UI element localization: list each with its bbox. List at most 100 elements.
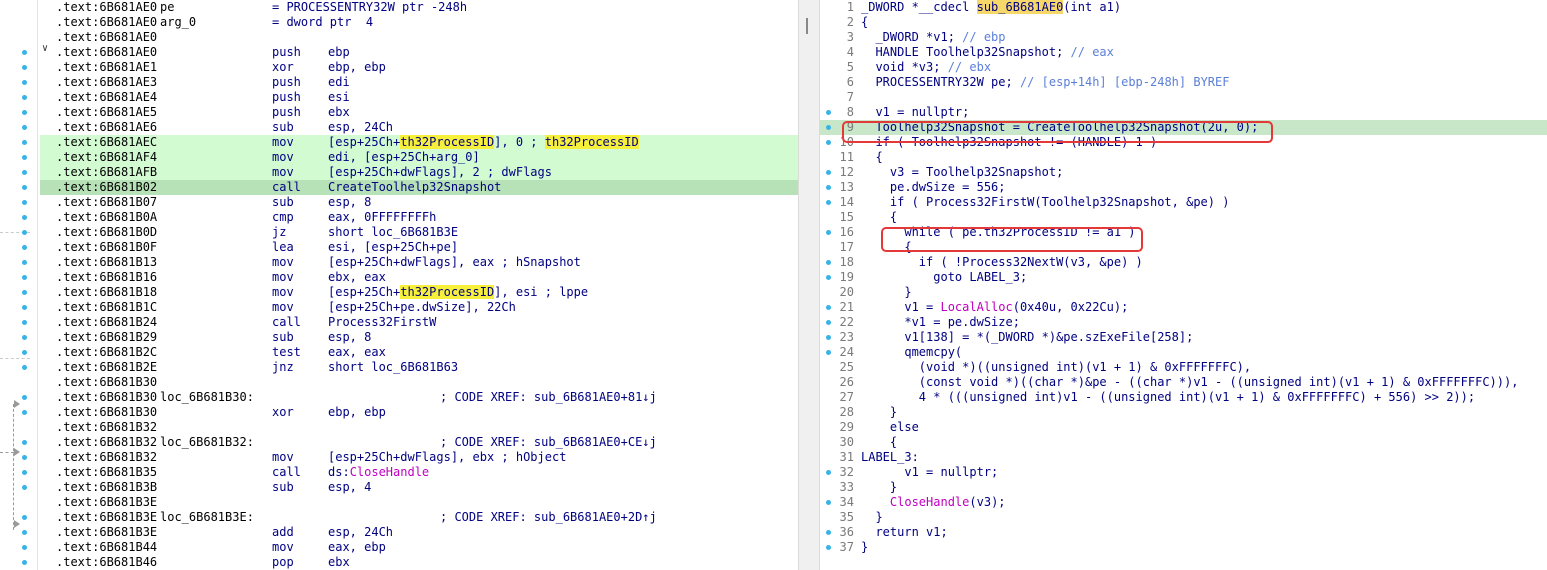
asm-line[interactable]: .text:6B681B24 call Process32FirstW xyxy=(40,315,798,330)
pseudocode-line[interactable]: 1 _DWORD *__cdecl sub_6B681AE0(int a1) xyxy=(820,0,1547,15)
pseudocode-line[interactable]: 7 xyxy=(820,90,1547,105)
asm-line[interactable]: .text:6B681B2C test eax, eax xyxy=(40,345,798,360)
breakpoint-dot-icon[interactable] xyxy=(22,110,27,115)
asm-line[interactable]: .text:6B681AE0 pe = PROCESSENTRY32W ptr -2… xyxy=(40,0,798,15)
breakpoint-dot-icon[interactable] xyxy=(22,440,27,445)
asm-line[interactable]: .text:6B681AE0 xyxy=(40,30,798,45)
asm-line[interactable]: .text:6B681B35 call ds:CloseHandle xyxy=(40,465,798,480)
asm-line[interactable]: .text:6B681B02 call CreateToolhelp32Snapsh… xyxy=(40,180,798,195)
pseudocode-line[interactable]: 37} xyxy=(820,540,1547,555)
pseudocode-line[interactable]: 14 if ( Process32FirstW(Toolhelp32Snapsh… xyxy=(820,195,1547,210)
asm-line[interactable]: .text:6B681AE3 push edi xyxy=(40,75,798,90)
pseudocode-line[interactable]: 11 { xyxy=(820,150,1547,165)
breakpoint-dot-icon[interactable] xyxy=(826,170,831,175)
pseudocode-line[interactable]: 24 qmemcpy( xyxy=(820,345,1547,360)
asm-line[interactable]: .text:6B681B07 sub esp, 8 xyxy=(40,195,798,210)
asm-line[interactable]: .text:6B681AE4 push esi xyxy=(40,90,798,105)
asm-line[interactable]: .text:6B681AE6 sub esp, 24Ch xyxy=(40,120,798,135)
breakpoint-dot-icon[interactable] xyxy=(22,410,27,415)
asm-line[interactable]: .text:6B681B32 mov [esp+25Ch+dwFlags], ebx… xyxy=(40,450,798,465)
breakpoint-dot-icon[interactable] xyxy=(22,515,27,520)
pseudocode-line[interactable]: 22 *v1 = pe.dwSize; xyxy=(820,315,1547,330)
asm-line[interactable]: .text:6B681B30 loc_6B681B30: ; CODE XREF: … xyxy=(40,390,798,405)
breakpoint-dot-icon[interactable] xyxy=(22,305,27,310)
disassembly-view[interactable]: ∨ .text:6B681AE0 pe = PROCESSENTRY32W ptr … xyxy=(0,0,798,570)
asm-line[interactable]: .text:6B681B3E loc_6B681B3E: ; CODE XREF: … xyxy=(40,510,798,525)
pseudocode-line[interactable]: 5 void *v3; // ebx xyxy=(820,60,1547,75)
asm-line[interactable]: .text:6B681B3B sub esp, 4 xyxy=(40,480,798,495)
breakpoint-dot-icon[interactable] xyxy=(22,365,27,370)
asm-line[interactable]: .text:6B681AEC mov [esp+25Ch+th32ProcessID… xyxy=(40,135,798,150)
asm-line[interactable]: .text:6B681B16 mov ebx, eax xyxy=(40,270,798,285)
pane-splitter[interactable] xyxy=(798,0,820,570)
asm-line[interactable]: .text:6B681AFB mov [esp+25Ch+dwFlags], 2 ;… xyxy=(40,165,798,180)
pseudocode-line[interactable]: 31 LABEL_3: xyxy=(820,450,1547,465)
asm-line[interactable]: .text:6B681B18 mov [esp+25Ch+th32ProcessID… xyxy=(40,285,798,300)
breakpoint-dot-icon[interactable] xyxy=(22,155,27,160)
pseudocode-line[interactable]: 3 _DWORD *v1; // ebp xyxy=(820,30,1547,45)
breakpoint-dot-icon[interactable] xyxy=(22,50,27,55)
pseudocode-line[interactable]: 12 v3 = Toolhelp32Snapshot; xyxy=(820,165,1547,180)
asm-line[interactable]: .text:6B681B30 xor ebp, ebp xyxy=(40,405,798,420)
breakpoint-dot-icon[interactable] xyxy=(826,125,831,130)
pseudocode-line[interactable]: 2{ xyxy=(820,15,1547,30)
asm-line[interactable]: .text:6B681AE0 arg_0 = dword ptr 4 xyxy=(40,15,798,30)
pseudocode-line[interactable]: 23 v1[138] = *(_DWORD *)&pe.szExeFile[25… xyxy=(820,330,1547,345)
asm-line[interactable]: .text:6B681B30 xyxy=(40,375,798,390)
breakpoint-dot-icon[interactable] xyxy=(22,275,27,280)
asm-line[interactable]: .text:6B681AE1 xor ebp, ebp xyxy=(40,60,798,75)
pseudocode-line[interactable]: 34 CloseHandle(v3); xyxy=(820,495,1547,510)
asm-line[interactable]: .text:6B681B3E add esp, 24Ch xyxy=(40,525,798,540)
pseudocode-line[interactable]: 15 { xyxy=(820,210,1547,225)
asm-line[interactable]: .text:6B681B0F lea esi, [esp+25Ch+pe] xyxy=(40,240,798,255)
breakpoint-dot-icon[interactable] xyxy=(22,80,27,85)
asm-line[interactable]: .text:6B681B46 pop ebx xyxy=(40,555,798,570)
asm-line[interactable]: .text:6B681AF4 mov edi, [esp+25Ch+arg_0] xyxy=(40,150,798,165)
splitter-grip-icon[interactable] xyxy=(806,18,808,34)
breakpoint-dot-icon[interactable] xyxy=(22,530,27,535)
breakpoint-dot-icon[interactable] xyxy=(826,305,831,310)
pseudocode-line[interactable]: 35 } xyxy=(820,510,1547,525)
asm-line[interactable]: .text:6B681B29 sub esp, 8 xyxy=(40,330,798,345)
breakpoint-dot-icon[interactable] xyxy=(826,350,831,355)
asm-line[interactable]: .text:6B681B0A cmp eax, 0FFFFFFFFh xyxy=(40,210,798,225)
pseudocode-line[interactable]: 32 v1 = nullptr; xyxy=(820,465,1547,480)
pseudocode-line[interactable]: 21 v1 = LocalAlloc(0x40u, 0x22Cu); xyxy=(820,300,1547,315)
breakpoint-dot-icon[interactable] xyxy=(826,470,831,475)
breakpoint-dot-icon[interactable] xyxy=(826,185,831,190)
breakpoint-dot-icon[interactable] xyxy=(826,200,831,205)
pseudocode-line[interactable]: 28 } xyxy=(820,405,1547,420)
pseudocode-line[interactable]: 27 4 * (((unsigned int)v1 - ((unsigned i… xyxy=(820,390,1547,405)
pseudocode-line[interactable]: 36 return v1; xyxy=(820,525,1547,540)
asm-line[interactable]: .text:6B681B32 xyxy=(40,420,798,435)
pseudocode-line[interactable]: 26 (const void *)((char *)&pe - ((char *… xyxy=(820,375,1547,390)
breakpoint-dot-icon[interactable] xyxy=(22,140,27,145)
asm-line[interactable]: .text:6B681B2E jnz short loc_6B681B63 xyxy=(40,360,798,375)
pseudocode-line[interactable]: 30 { xyxy=(820,435,1547,450)
pseudocode-line[interactable]: 33 } xyxy=(820,480,1547,495)
asm-line[interactable]: .text:6B681B13 mov [esp+25Ch+dwFlags], eax… xyxy=(40,255,798,270)
breakpoint-dot-icon[interactable] xyxy=(22,95,27,100)
breakpoint-dot-icon[interactable] xyxy=(22,245,27,250)
asm-line[interactable]: .text:6B681B0D jz short loc_6B681B3E xyxy=(40,225,798,240)
pseudocode-line[interactable]: 6 PROCESSENTRY32W pe; // [esp+14h] [ebp-… xyxy=(820,75,1547,90)
breakpoint-dot-icon[interactable] xyxy=(826,320,831,325)
breakpoint-dot-icon[interactable] xyxy=(22,215,27,220)
asm-line[interactable]: .text:6B681AE0 push ebp xyxy=(40,45,798,60)
breakpoint-dot-icon[interactable] xyxy=(826,275,831,280)
breakpoint-dot-icon[interactable] xyxy=(22,230,27,235)
breakpoint-dot-icon[interactable] xyxy=(22,65,27,70)
breakpoint-dot-icon[interactable] xyxy=(826,530,831,535)
breakpoint-dot-icon[interactable] xyxy=(826,500,831,505)
breakpoint-dot-icon[interactable] xyxy=(22,350,27,355)
pseudocode-line[interactable]: 19 goto LABEL_3; xyxy=(820,270,1547,285)
asm-line[interactable]: .text:6B681AE5 push ebx xyxy=(40,105,798,120)
pseudocode-line[interactable]: 8 v1 = nullptr; xyxy=(820,105,1547,120)
breakpoint-dot-icon[interactable] xyxy=(22,455,27,460)
breakpoint-dot-icon[interactable] xyxy=(22,395,27,400)
breakpoint-dot-icon[interactable] xyxy=(22,560,27,565)
breakpoint-dot-icon[interactable] xyxy=(22,125,27,130)
pseudocode-line[interactable]: 13 pe.dwSize = 556; xyxy=(820,180,1547,195)
breakpoint-dot-icon[interactable] xyxy=(22,335,27,340)
pseudocode-line[interactable]: 29 else xyxy=(820,420,1547,435)
